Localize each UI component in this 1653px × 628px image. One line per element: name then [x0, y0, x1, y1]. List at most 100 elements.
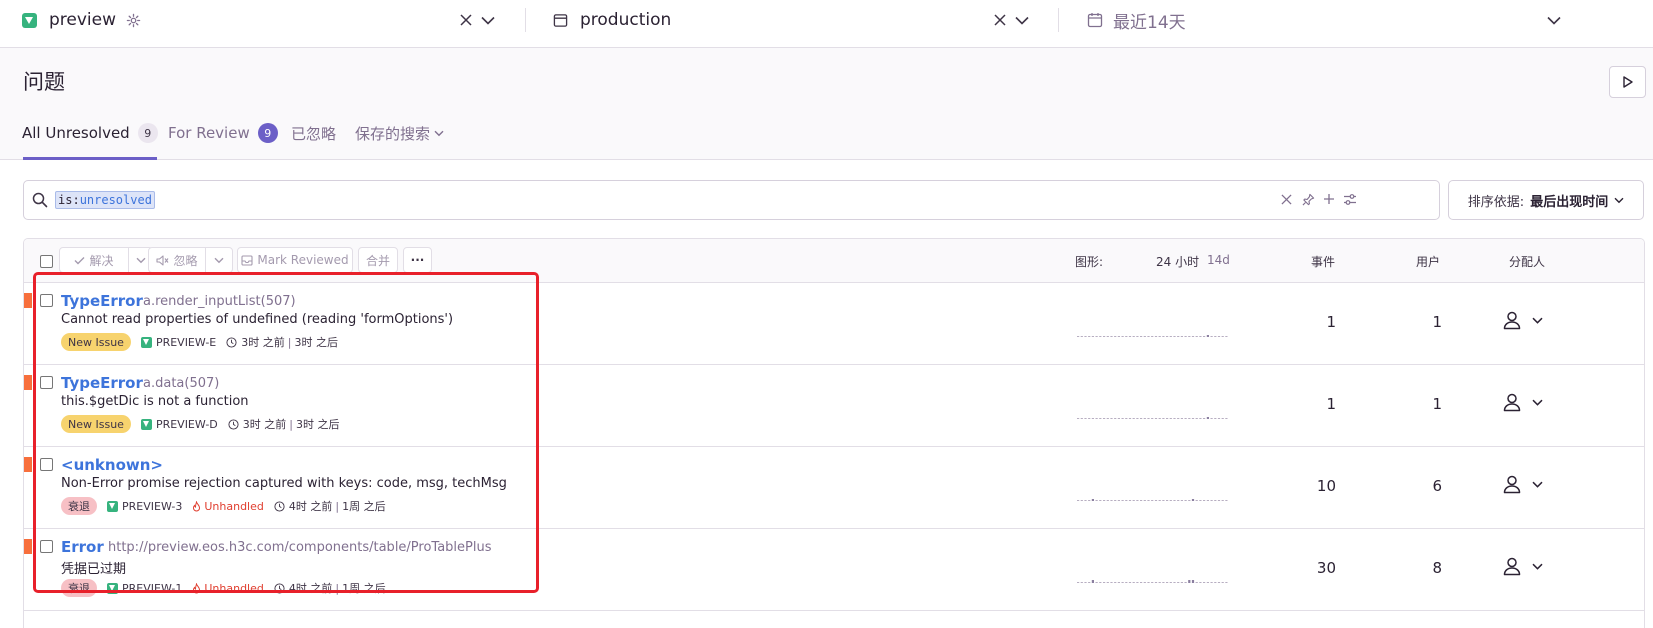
short-id[interactable]: PREVIEW-E	[140, 336, 216, 349]
regression-badge: 衰退	[61, 579, 97, 597]
users-column-header: 用户	[1416, 255, 1441, 269]
search-query-token[interactable]: is:unresolved	[55, 191, 155, 209]
table-row[interactable]: TypeError a.data(507) this.$getDic is not …	[24, 365, 1644, 447]
sparkline-bar	[1214, 418, 1217, 419]
resolve-button[interactable]: 解决	[59, 247, 129, 273]
environment-chevron-down-icon[interactable]	[1015, 16, 1029, 25]
short-id[interactable]: PREVIEW-D	[140, 418, 218, 431]
clear-environment-close-icon[interactable]	[994, 14, 1006, 26]
issue-meta: 衰退 PREVIEW-1 Unhandled 4时 之前 | 1周 之后	[61, 579, 386, 597]
clock-icon	[274, 500, 285, 512]
issue-culprit: http://preview.eos.h3c.com/components/ta…	[108, 540, 492, 555]
sparkline-bar	[1091, 499, 1094, 501]
chevron-down-icon	[214, 257, 224, 264]
merge-label: 合并	[365, 253, 390, 268]
chevron-down-icon	[1614, 197, 1624, 204]
error-level-indicator	[24, 457, 32, 472]
sparkline-bar	[1103, 582, 1106, 583]
last-seen[interactable]: 3时 之后	[294, 334, 338, 350]
chevron-down-icon	[1532, 563, 1543, 570]
short-id[interactable]: PREVIEW-1	[107, 582, 182, 595]
search-options-sliders-icon[interactable]	[1343, 193, 1357, 206]
tab-saved-searches[interactable]: 保存的搜索	[355, 123, 444, 144]
sparkline-bar	[1140, 418, 1143, 419]
user-count: 1	[1432, 313, 1442, 331]
sparkline-bar	[1110, 336, 1113, 337]
environment-selector[interactable]: production	[553, 0, 1043, 40]
sparkline-bar	[1162, 582, 1165, 583]
tab-all-unresolved[interactable]: All Unresolved 9	[22, 123, 158, 143]
issue-title-link[interactable]: TypeError	[61, 292, 143, 310]
row-checkbox[interactable]	[40, 294, 53, 307]
project-chevron-down-icon[interactable]	[481, 16, 495, 25]
sparkline-bar	[1103, 418, 1106, 419]
sparkline-bar	[1121, 336, 1124, 337]
last-seen[interactable]: 1周 之后	[342, 580, 386, 596]
sparkline-bar	[1188, 418, 1191, 419]
sparkline-bar	[1203, 500, 1206, 501]
clear-project-close-icon[interactable]	[460, 14, 472, 26]
user-icon	[1502, 310, 1522, 330]
ignore-options-button[interactable]	[205, 247, 233, 273]
unhandled-indicator: Unhandled	[192, 582, 264, 595]
time-info: 3时 之前 | 3时 之后	[228, 416, 340, 432]
assignee-selector[interactable]	[1502, 474, 1543, 494]
issue-title-link[interactable]: Error	[61, 538, 104, 556]
first-seen[interactable]: 3时 之前	[243, 416, 287, 432]
date-range-selector[interactable]: 最近14天	[1087, 0, 1647, 40]
sparkline-bar	[1128, 500, 1132, 501]
pin-search-icon[interactable]	[1302, 193, 1315, 206]
time-info: 3时 之前 | 3时 之后	[226, 334, 338, 350]
first-seen[interactable]: 4时 之前	[289, 498, 333, 514]
assignee-selector[interactable]	[1502, 310, 1543, 330]
clear-search-close-icon[interactable]	[1281, 194, 1292, 205]
sparkline-bar	[1199, 582, 1202, 583]
first-seen[interactable]: 3时 之前	[241, 334, 285, 350]
last-seen[interactable]: 1周 之后	[342, 498, 386, 514]
event-trend-sparkline	[1077, 335, 1228, 337]
assignee-selector[interactable]	[1502, 556, 1543, 576]
last-seen[interactable]: 3时 之后	[296, 416, 340, 432]
first-seen[interactable]: 4时 之前	[289, 580, 333, 596]
sort-by-dropdown[interactable]: 排序依据: 最后出现时间	[1448, 180, 1644, 220]
date-chevron-down-icon[interactable]	[1547, 16, 1561, 25]
sparkline-bar	[1199, 336, 1202, 337]
tab-ignored[interactable]: 已忽略	[291, 123, 336, 144]
select-all-checkbox[interactable]	[40, 255, 53, 268]
row-checkbox[interactable]	[40, 458, 53, 471]
ignore-button[interactable]: 忽略	[148, 247, 206, 273]
period-24h-toggle[interactable]: 24 小时	[1156, 253, 1199, 270]
user-count: 1	[1432, 395, 1442, 413]
table-header: 解决 忽略 Mark Reviewed 合并 ··· 图形: 24 小时 14d…	[24, 239, 1644, 283]
more-actions-button[interactable]: ···	[403, 247, 432, 273]
sparkline-bar	[1136, 418, 1139, 419]
realtime-play-button[interactable]	[1609, 66, 1646, 98]
add-to-search-plus-icon[interactable]	[1323, 193, 1335, 205]
sparkline-bar	[1210, 336, 1213, 337]
sparkline-bar	[1147, 418, 1150, 419]
sparkline-bar	[1177, 500, 1180, 501]
short-id[interactable]: PREVIEW-3	[107, 500, 182, 513]
sort-value: 最后出现时间	[1530, 194, 1609, 210]
table-row[interactable]: <unknown> Non-Error promise rejection cap…	[24, 447, 1644, 529]
sparkline-bar	[1173, 500, 1176, 501]
assignee-selector[interactable]	[1502, 392, 1543, 412]
row-checkbox[interactable]	[40, 540, 53, 553]
merge-button[interactable]: 合并	[358, 247, 398, 273]
sparkline-bar	[1147, 582, 1150, 583]
sparkline-bar	[1125, 500, 1128, 501]
row-checkbox[interactable]	[40, 376, 53, 389]
issue-title-link[interactable]: TypeError	[61, 374, 143, 392]
table-row[interactable]: Error http://preview.eos.h3c.com/componen…	[24, 529, 1644, 611]
project-settings-gear-icon[interactable]	[126, 13, 141, 28]
sparkline-bar	[1169, 500, 1172, 501]
chevron-down-icon	[1532, 399, 1543, 406]
search-input[interactable]: is:unresolved	[23, 180, 1440, 220]
divider	[525, 8, 526, 32]
mark-reviewed-button[interactable]: Mark Reviewed	[237, 247, 353, 273]
period-14d-toggle[interactable]: 14d	[1207, 253, 1230, 267]
issue-title-link[interactable]: <unknown>	[61, 456, 163, 474]
tab-for-review[interactable]: For Review 9	[168, 123, 278, 143]
table-row[interactable]: TypeError a.render_inputList(507) Cannot r…	[24, 283, 1644, 365]
project-selector[interactable]: preview	[22, 0, 512, 40]
